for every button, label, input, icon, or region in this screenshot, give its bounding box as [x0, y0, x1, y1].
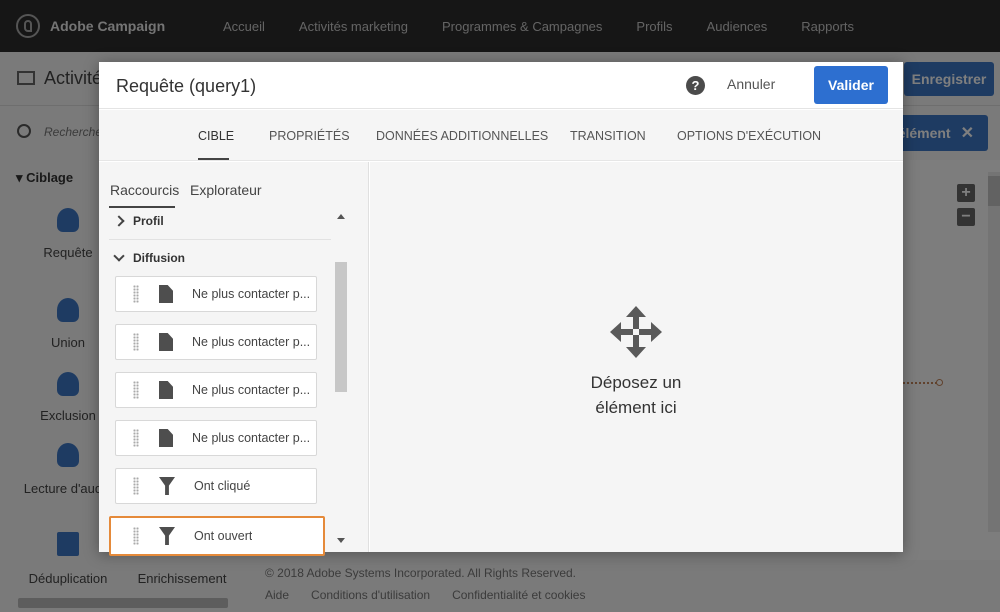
item-label: Ont ouvert [194, 529, 253, 543]
divider [109, 239, 331, 240]
move-icon [610, 306, 662, 358]
scroll-up-icon[interactable] [337, 214, 345, 219]
item-label: Ne plus contacter p... [192, 383, 311, 397]
drop-zone[interactable]: Déposez un élément ici [370, 162, 903, 552]
drag-handle-icon[interactable] [133, 429, 139, 447]
section-diffusion[interactable]: Diffusion [113, 250, 185, 265]
list-item-highlighted[interactable]: Ont ouvert [109, 516, 325, 556]
dialog-title: Requête (query1) [116, 76, 257, 96]
list-item[interactable]: Ne plus contacter p... [115, 420, 317, 456]
drag-handle-icon[interactable] [133, 477, 139, 495]
panel-scrollbar[interactable] [335, 262, 347, 392]
list-item[interactable]: Ne plus contacter p... [115, 324, 317, 360]
document-icon [159, 285, 173, 303]
drop-instruction: Déposez un élément ici [536, 370, 736, 420]
drag-handle-icon[interactable] [133, 333, 139, 351]
subtab-explorateur[interactable]: Explorateur [190, 182, 262, 198]
filter-icon [159, 527, 175, 545]
dialog-header: Requête (query1) ? Annuler Valider [99, 62, 903, 109]
tab-options-execution[interactable]: OPTIONS D'EXÉCUTION [677, 129, 821, 143]
dialog-tabs: CIBLE PROPRIÉTÉS DONNÉES ADDITIONNELLES … [99, 110, 903, 161]
chevron-down-icon [113, 250, 125, 262]
drag-handle-icon[interactable] [133, 285, 139, 303]
item-label: Ne plus contacter p... [192, 431, 311, 445]
document-icon [159, 381, 173, 399]
item-label: Ne plus contacter p... [192, 287, 311, 301]
active-subtab-indicator [109, 206, 175, 208]
item-label: Ne plus contacter p... [192, 335, 311, 349]
section-label: Diffusion [133, 251, 185, 265]
drag-handle-icon[interactable] [133, 381, 139, 399]
help-icon[interactable]: ? [686, 76, 705, 95]
cancel-button[interactable]: Annuler [727, 76, 775, 92]
validate-button[interactable]: Valider [814, 66, 888, 104]
filter-icon [159, 477, 175, 495]
list-item[interactable]: Ne plus contacter p... [115, 372, 317, 408]
item-label: Ont cliqué [194, 479, 251, 493]
query-dialog: Requête (query1) ? Annuler Valider CIBLE… [99, 62, 903, 556]
tab-donnees-additionnelles[interactable]: DONNÉES ADDITIONNELLES [376, 129, 548, 143]
drop-text-line: Déposez un [590, 373, 682, 392]
subtab-raccourcis[interactable]: Raccourcis [110, 182, 179, 198]
tab-transition[interactable]: TRANSITION [570, 129, 646, 143]
section-profil[interactable]: Profil [113, 214, 164, 228]
scroll-down-icon[interactable] [337, 538, 345, 543]
list-item[interactable]: Ont cliqué [115, 468, 317, 504]
document-icon [159, 333, 173, 351]
drag-handle-icon[interactable] [133, 527, 139, 545]
chevron-right-icon [113, 215, 125, 227]
section-label: Profil [133, 214, 164, 228]
tab-proprietes[interactable]: PROPRIÉTÉS [269, 129, 350, 143]
active-tab-indicator [198, 158, 229, 160]
document-icon [159, 429, 173, 447]
drop-text-line: élément ici [595, 398, 677, 417]
list-item[interactable]: Ne plus contacter p... [115, 276, 317, 312]
tab-cible[interactable]: CIBLE [198, 129, 234, 143]
